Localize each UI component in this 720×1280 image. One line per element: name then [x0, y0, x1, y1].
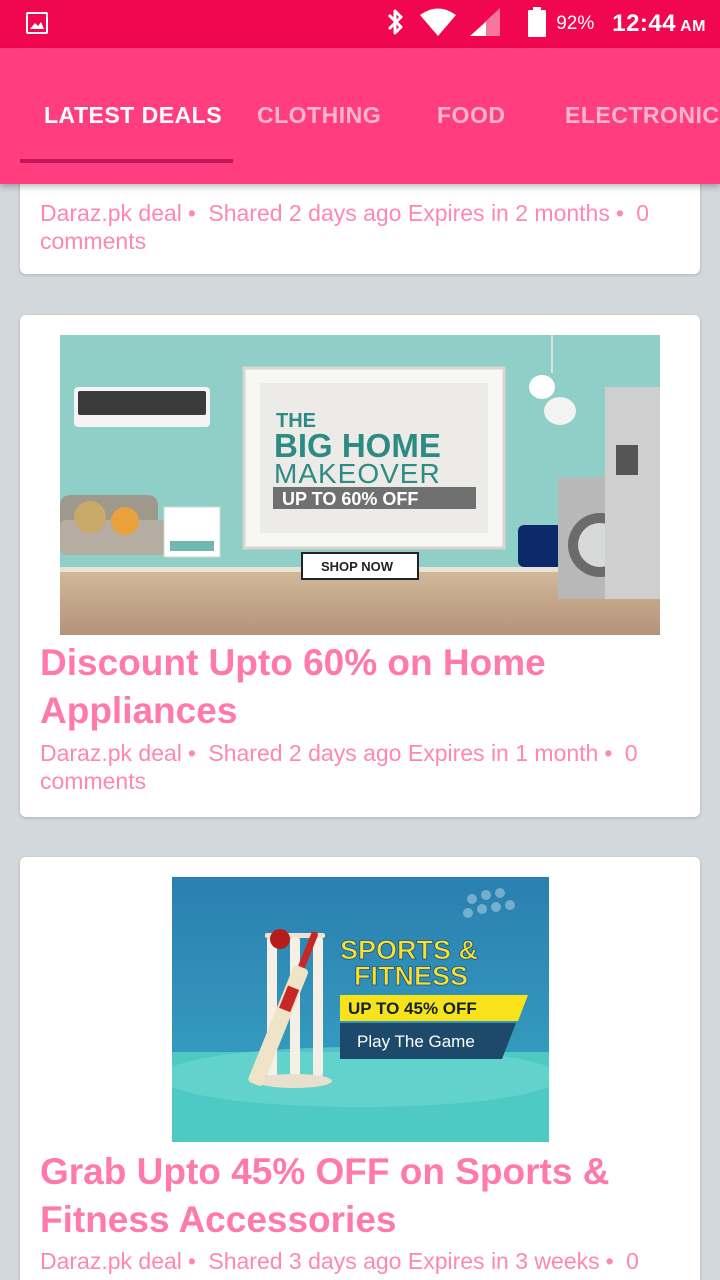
deal-card[interactable]: SPORTS & FITNESS UP TO 45% OFF Play The … — [20, 857, 700, 1280]
deal-shared-time: Shared 2 days ago — [208, 740, 402, 766]
deal-card[interactable]: Daraz.pk deal • Shared 2 days ago Expires… — [20, 184, 700, 274]
deal-source: Daraz.pk deal — [40, 1248, 182, 1274]
deal-meta: Daraz.pk deal • Shared 3 days ago Expires… — [40, 1248, 639, 1274]
deals-feed[interactable]: Daraz.pk deal • Shared 2 days ago Expires… — [0, 184, 720, 1280]
deal-source: Daraz.pk deal — [40, 200, 182, 226]
banner-makeover-text: MAKEOVER — [274, 458, 441, 489]
clock-time: 12:44 — [612, 10, 677, 37]
tab-clothing[interactable]: CLOTHING — [257, 102, 381, 129]
tab-latest-deals[interactable]: LATEST DEALS — [44, 102, 222, 129]
banner-tagline-text: Play The Game — [357, 1032, 475, 1051]
wifi-icon — [420, 8, 457, 41]
deal-expiry: Expires in 2 months — [407, 200, 610, 226]
deal-source: Daraz.pk deal — [40, 740, 182, 766]
deal-meta: Daraz.pk deal • Shared 2 days ago Expires… — [40, 740, 638, 794]
category-tab-bar: LATEST DEALS CLOTHING FOOD ELECTRONIC — [0, 48, 720, 184]
tab-electronics[interactable]: ELECTRONIC — [565, 102, 720, 129]
deal-comments[interactable]: 0 — [626, 1248, 639, 1274]
deal-shared-time: Shared 3 days ago — [208, 1248, 402, 1274]
deal-shared-time: Shared 2 days ago — [208, 200, 402, 226]
banner-offer-text: UP TO 60% OFF — [282, 489, 418, 509]
deal-expiry: Expires in 3 weeks — [407, 1248, 600, 1274]
deal-banner-image[interactable]: THE BIG HOME MAKEOVER UP TO 60% OFF SHOP… — [60, 335, 660, 635]
deal-banner-image[interactable]: SPORTS & FITNESS UP TO 45% OFF Play The … — [172, 877, 549, 1142]
battery-percent: 92% — [556, 13, 595, 34]
clock: 12:44 AM — [612, 10, 706, 38]
bluetooth-icon — [384, 7, 406, 42]
banner-offer-text: UP TO 45% OFF — [348, 999, 477, 1018]
status-bar: 92% 12:44 AM — [0, 0, 720, 48]
tab-food[interactable]: FOOD — [437, 102, 505, 129]
banner-fitness-text: FITNESS — [354, 961, 468, 991]
deal-title[interactable]: Discount Upto 60% on Home Appliances — [40, 639, 680, 735]
deal-title[interactable]: Grab Upto 45% OFF on Sports & Fitness Ac… — [40, 1148, 680, 1244]
battery-icon — [528, 6, 547, 42]
gallery-icon — [26, 12, 48, 34]
clock-ampm: AM — [680, 18, 706, 35]
banner-shop-now-button[interactable]: SHOP NOW — [321, 559, 394, 574]
deal-meta: Daraz.pk deal • Shared 2 days ago Expires… — [40, 200, 650, 254]
deal-card[interactable]: THE BIG HOME MAKEOVER UP TO 60% OFF SHOP… — [20, 315, 700, 817]
active-tab-indicator — [20, 159, 233, 163]
deal-expiry: Expires in 1 month — [407, 740, 599, 766]
signal-icon — [470, 7, 501, 41]
